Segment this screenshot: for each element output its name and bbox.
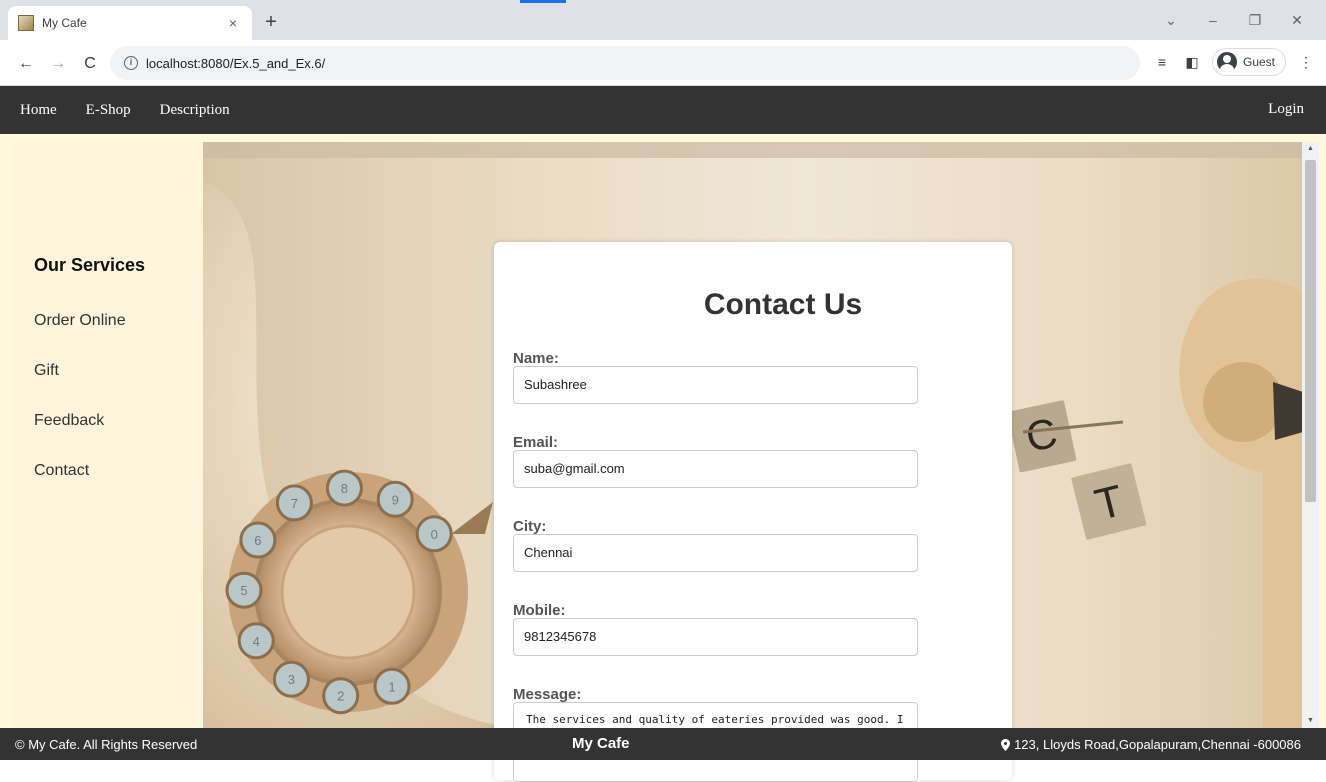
name-label: Name: [513,350,559,367]
footer-address-text: 123, Lloyds Road,Gopalapuram,Chennai -60… [1014,737,1301,752]
mobile-field[interactable]: 9812345678 [513,618,918,656]
site-nav: Home E-Shop Description Login [0,86,1326,134]
dial-number: 5 [240,583,247,598]
nav-home[interactable]: Home [20,102,57,119]
web-page: Home E-Shop Description Login Our Servic… [0,86,1326,782]
email-field[interactable]: suba@gmail.com [513,450,918,488]
sidebar-title: Our Services [34,255,146,275]
scroll-up-icon[interactable]: ▲ [1302,142,1319,156]
contact-form: Contact Us Name: Subashree Email: suba@g… [494,242,1012,782]
sidebar-item-order-online[interactable]: Order Online [34,312,126,330]
finger-stop [451,502,493,534]
info-icon[interactable]: i [124,56,138,70]
nav-eshop[interactable]: E-Shop [86,102,131,119]
new-tab-button[interactable]: + [258,9,284,35]
scroll-down-icon[interactable]: ▼ [1302,714,1319,728]
message-label: Message: [513,686,582,703]
name-field[interactable]: Subashree [513,366,918,404]
handset-ring [1273,382,1303,440]
back-arrow-icon[interactable]: ← [14,52,38,76]
site-footer: © My Cafe. All Rights Reserved My Cafe 1… [0,728,1326,760]
favicon-icon [18,15,34,31]
handset [1179,278,1303,728]
services-sidebar: Our Services Order Online Gift Feedback … [14,142,203,728]
dial-number: 8 [341,481,348,496]
wood-edge [203,142,1303,158]
letter-tile-c: C [1007,400,1077,473]
loading-indicator [520,0,566,3]
dial-number: 3 [288,672,295,687]
tab-title: My Cafe [42,16,87,30]
dial-number: 1 [388,679,395,694]
menu-dots-icon[interactable]: ⋮ [1296,52,1316,72]
dial-number: 6 [254,533,261,548]
browser-toolbar: ← → C i localhost:8080/Ex.5_and_Ex.6/ ≡ … [0,40,1326,86]
profile-avatar-icon [1216,52,1237,72]
dial-number: 9 [392,492,399,507]
dial-number: 0 [431,527,438,542]
tab-close-icon[interactable]: × [224,15,242,31]
close-window-icon[interactable]: ✕ [1278,8,1316,32]
tab-search-icon[interactable]: ⌄ [1152,8,1190,32]
nav-login[interactable]: Login [1268,101,1304,118]
footer-address: 123, Lloyds Road,Gopalapuram,Chennai -60… [1001,737,1301,752]
address-bar[interactable]: i localhost:8080/Ex.5_and_Ex.6/ [110,46,1140,80]
reading-list-icon[interactable]: ≡ [1152,52,1172,72]
dial-number: 4 [253,634,260,649]
map-pin-icon [1001,738,1011,751]
letter-tile-t: T [1071,463,1147,540]
restore-icon[interactable]: ❐ [1236,8,1274,32]
toolbar-actions: ≡ ◧ Guest ⋮ [1152,48,1316,76]
mobile-label: Mobile: [513,602,566,619]
url-text[interactable]: localhost:8080/Ex.5_and_Ex.6/ [146,56,325,71]
dial-number: 7 [291,496,298,511]
email-label: Email: [513,434,559,451]
form-title: Contact Us [703,288,863,321]
browser-tab[interactable]: My Cafe × [8,6,252,40]
dial-number: 2 [337,689,344,704]
profile-label: Guest [1242,55,1275,69]
city-field[interactable]: Chennai [513,534,918,572]
sidebar-item-gift[interactable]: Gift [34,362,59,380]
profile-button[interactable]: Guest [1211,48,1286,76]
sidebar-item-contact[interactable]: Contact [34,462,89,480]
window-controls: ⌄ – ❐ ✕ [1152,8,1316,32]
sidebar-item-feedback[interactable]: Feedback [34,412,104,430]
minimize-icon[interactable]: – [1194,8,1232,32]
scroll-thumb[interactable] [1305,160,1316,502]
city-label: City: [513,518,547,535]
nav-description[interactable]: Description [160,102,230,119]
reload-icon[interactable]: C [78,52,102,76]
content-area: Our Services Order Online Gift Feedback … [0,134,1326,782]
footer-copyright: © My Cafe. All Rights Reserved [15,737,198,752]
forward-arrow-icon[interactable]: → [46,52,70,76]
page-scrollbar[interactable]: ▲ ▼ [1302,142,1319,728]
footer-brand: My Cafe [572,735,630,752]
side-panel-icon[interactable]: ◧ [1182,52,1202,72]
tab-strip: My Cafe × + ⌄ – ❐ ✕ [0,0,1326,40]
